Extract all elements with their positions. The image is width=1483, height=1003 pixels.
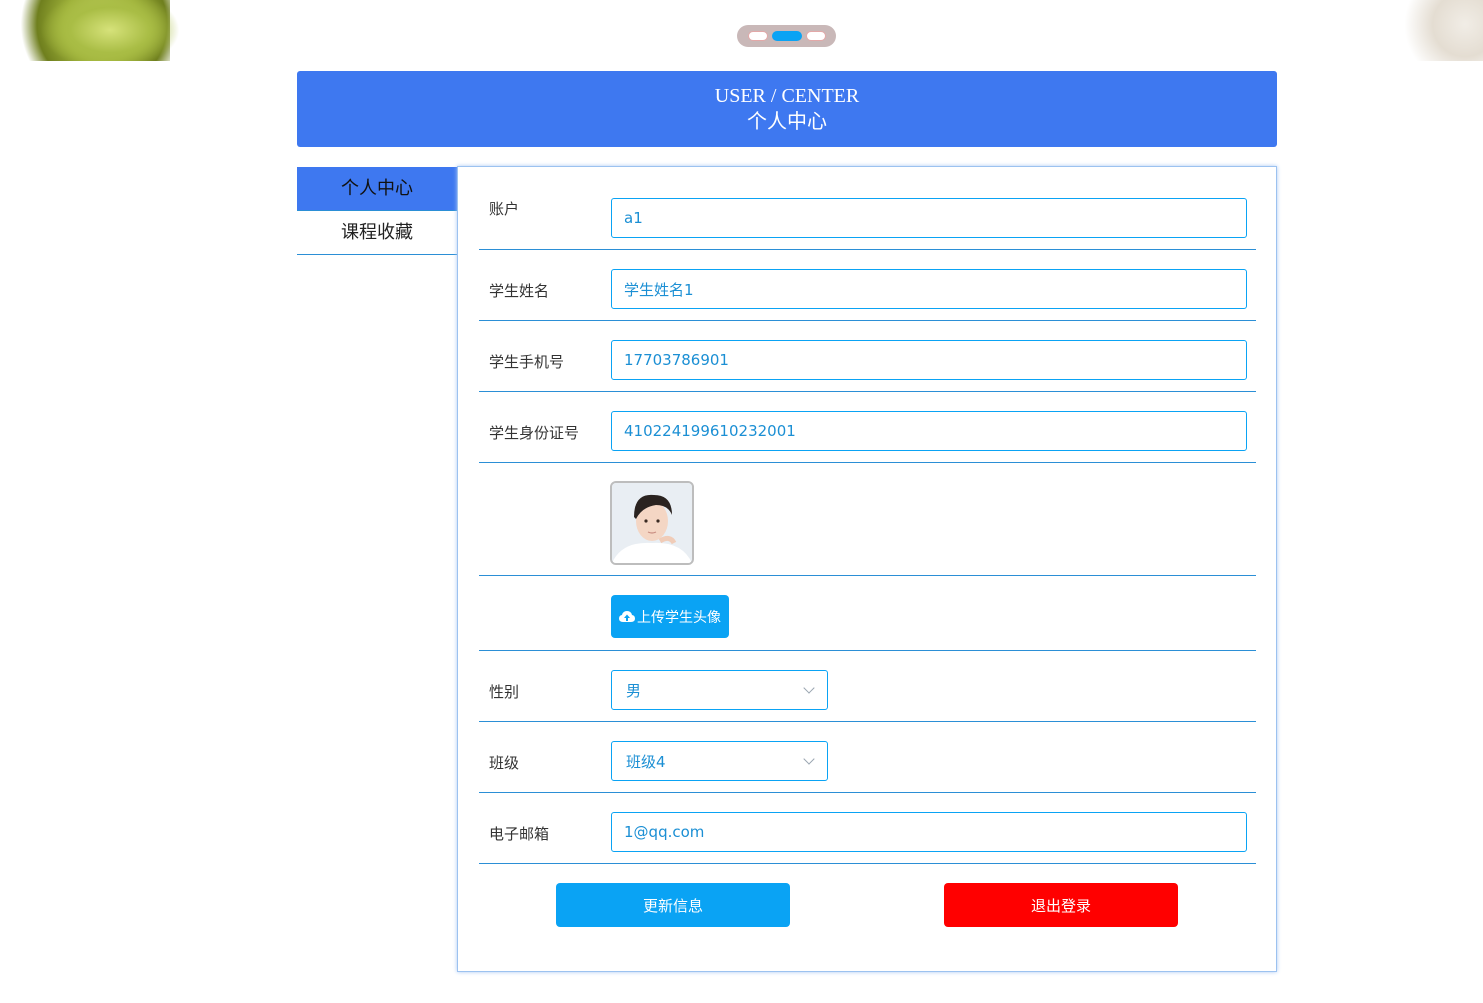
sidebar: 个人中心 课程收藏 xyxy=(297,167,457,255)
profile-form-panel: 账户 学生姓名 学生手机号 学生身份证号 xyxy=(457,166,1277,972)
phone-label: 学生手机号 xyxy=(489,353,565,371)
chevron-down-icon xyxy=(803,753,815,765)
email-label: 电子邮箱 xyxy=(489,825,550,843)
page-header: USER / CENTER 个人中心 xyxy=(297,71,1277,147)
page-title-en: USER / CENTER xyxy=(714,85,860,107)
sidebar-item-label: 个人中心 xyxy=(341,178,413,199)
update-info-label: 更新信息 xyxy=(642,896,703,915)
carousel-dot-active[interactable] xyxy=(771,31,802,41)
form-row-class: 班级 班级4 xyxy=(479,721,1256,793)
gender-select[interactable]: 男 xyxy=(611,670,828,710)
form-row-email: 电子邮箱 xyxy=(479,792,1256,864)
upload-avatar-button[interactable]: 上传学生头像 xyxy=(611,595,729,638)
class-select[interactable]: 班级4 xyxy=(611,741,828,781)
name-label: 学生姓名 xyxy=(489,282,550,300)
chevron-down-icon xyxy=(803,682,815,694)
cloud-upload-icon xyxy=(619,610,635,622)
class-label: 班级 xyxy=(489,754,520,772)
form-row-upload: 上传学生头像 xyxy=(479,575,1256,651)
gender-label: 性别 xyxy=(489,683,520,701)
form-row-phone: 学生手机号 xyxy=(479,320,1256,392)
phone-input[interactable] xyxy=(611,340,1247,380)
carousel-dot[interactable] xyxy=(805,31,826,41)
carousel-dot[interactable] xyxy=(747,31,768,41)
id-number-input[interactable] xyxy=(611,411,1247,451)
upload-avatar-label: 上传学生头像 xyxy=(637,609,721,626)
form-row-gender: 性别 男 xyxy=(479,650,1256,722)
sidebar-item-user-center[interactable]: 个人中心 xyxy=(297,167,457,211)
logout-button[interactable]: 退出登录 xyxy=(944,883,1178,927)
form-row-avatar xyxy=(479,462,1256,576)
form-row-account: 账户 xyxy=(479,188,1256,250)
logout-label: 退出登录 xyxy=(1030,896,1091,915)
page-title-cn: 个人中心 xyxy=(747,111,827,133)
sidebar-item-label: 课程收藏 xyxy=(341,222,413,243)
name-input[interactable] xyxy=(611,269,1247,309)
id-number-label: 学生身份证号 xyxy=(489,424,580,442)
account-input[interactable] xyxy=(611,198,1247,238)
gender-selected-value: 男 xyxy=(626,681,642,700)
account-label: 账户 xyxy=(489,200,520,218)
update-info-button[interactable]: 更新信息 xyxy=(556,883,790,927)
sidebar-item-course-favorites[interactable]: 课程收藏 xyxy=(297,211,457,255)
form-row-name: 学生姓名 xyxy=(479,249,1256,321)
email-input[interactable] xyxy=(611,812,1247,852)
carousel-indicator xyxy=(737,25,836,47)
banner-image-right xyxy=(1393,0,1483,61)
form-row-id-number: 学生身份证号 xyxy=(479,391,1256,463)
class-selected-value: 班级4 xyxy=(626,752,666,771)
avatar xyxy=(610,481,694,565)
avatar-image xyxy=(612,483,692,563)
banner-image-left-detail xyxy=(40,0,180,61)
